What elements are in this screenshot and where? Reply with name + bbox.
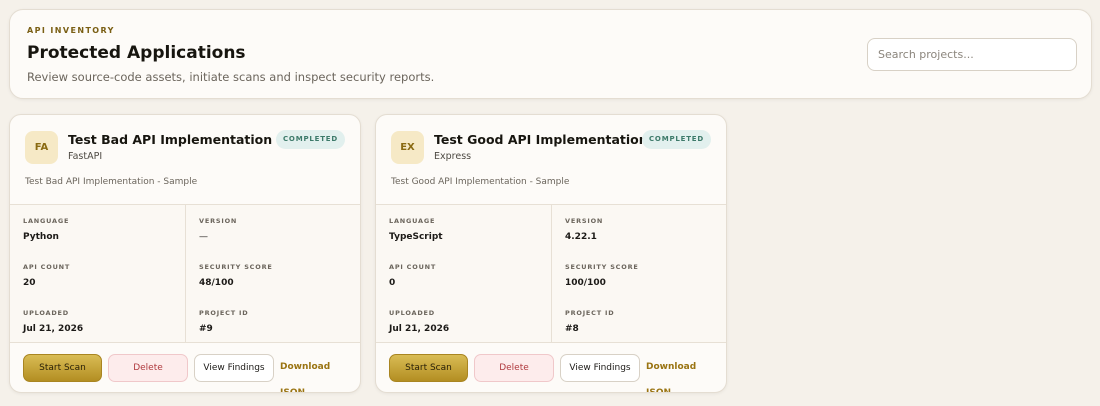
api-count-field: API COUNT 0 <box>389 263 436 288</box>
uploaded-value: Jul 21, 2026 <box>23 324 84 334</box>
details-divider <box>185 205 186 342</box>
project-id-label: PROJECT ID <box>565 309 615 317</box>
view-findings-button[interactable]: View Findings <box>194 354 274 382</box>
project-framework: Express <box>434 151 472 162</box>
start-scan-button[interactable]: Start Scan <box>389 354 468 382</box>
uploaded-value: Jul 21, 2026 <box>389 324 450 334</box>
version-label: VERSION <box>565 217 604 225</box>
security-score-value: 100/100 <box>565 278 606 288</box>
language-field: LANGUAGE TypeScript <box>389 217 443 242</box>
language-label: LANGUAGE <box>23 217 70 225</box>
version-value: 4.22.1 <box>565 232 597 242</box>
api-count-field: API COUNT 20 <box>23 263 70 288</box>
project-description: Test Good API Implementation - Sample <box>391 177 570 187</box>
project-details: LANGUAGE TypeScript VERSION 4.22.1 API C… <box>376 204 726 343</box>
start-scan-button[interactable]: Start Scan <box>23 354 102 382</box>
version-field: VERSION 4.22.1 <box>565 217 603 242</box>
project-avatar: EX <box>391 131 424 164</box>
language-value: TypeScript <box>389 232 443 242</box>
page-subtitle: Review source-code assets, initiate scan… <box>27 70 435 84</box>
api-count-value: 0 <box>389 278 396 288</box>
project-id-field: PROJECT ID #8 <box>565 309 614 334</box>
download-json-link[interactable]: Download JSON <box>646 354 716 392</box>
page-title: Protected Applications <box>27 43 246 63</box>
api-count-label: API COUNT <box>23 263 71 271</box>
project-name: Test Good API Implementation <box>434 132 648 147</box>
page-header: API INVENTORY Protected Applications Rev… <box>9 9 1092 99</box>
language-label: LANGUAGE <box>389 217 436 225</box>
search-input[interactable] <box>867 38 1077 71</box>
security-score-field: SECURITY SCORE 48/100 <box>199 263 273 288</box>
status-badge: COMPLETED <box>276 130 345 149</box>
project-id-label: PROJECT ID <box>199 309 249 317</box>
project-name: Test Bad API Implementation <box>68 132 273 147</box>
delete-button[interactable]: Delete <box>474 354 554 382</box>
language-field: LANGUAGE Python <box>23 217 69 242</box>
version-label: VERSION <box>199 217 238 225</box>
project-card: EX Test Good API Implementation Express … <box>375 114 727 393</box>
project-id-value: #8 <box>565 324 579 334</box>
status-badge: COMPLETED <box>642 130 711 149</box>
security-score-label: SECURITY SCORE <box>565 263 639 271</box>
uploaded-label: UPLOADED <box>23 309 69 317</box>
download-json-link[interactable]: Download JSON <box>280 354 350 392</box>
project-description: Test Bad API Implementation - Sample <box>25 177 198 187</box>
details-divider <box>551 205 552 342</box>
uploaded-field: UPLOADED Jul 21, 2026 <box>389 309 449 334</box>
security-score-value: 48/100 <box>199 278 234 288</box>
uploaded-field: UPLOADED Jul 21, 2026 <box>23 309 83 334</box>
uploaded-label: UPLOADED <box>389 309 435 317</box>
api-count-value: 20 <box>23 278 36 288</box>
security-score-label: SECURITY SCORE <box>199 263 273 271</box>
project-details: LANGUAGE Python VERSION — API COUNT 20 S… <box>10 204 360 343</box>
security-score-field: SECURITY SCORE 100/100 <box>565 263 639 288</box>
api-count-label: API COUNT <box>389 263 437 271</box>
section-eyebrow: API INVENTORY <box>27 26 115 35</box>
project-id-field: PROJECT ID #9 <box>199 309 248 334</box>
language-value: Python <box>23 232 59 242</box>
version-field: VERSION — <box>199 217 237 242</box>
project-id-value: #9 <box>199 324 213 334</box>
delete-button[interactable]: Delete <box>108 354 188 382</box>
project-card: FA Test Bad API Implementation FastAPI C… <box>9 114 361 393</box>
project-avatar: FA <box>25 131 58 164</box>
project-framework: FastAPI <box>68 151 103 162</box>
view-findings-button[interactable]: View Findings <box>560 354 640 382</box>
version-value: — <box>199 232 208 242</box>
